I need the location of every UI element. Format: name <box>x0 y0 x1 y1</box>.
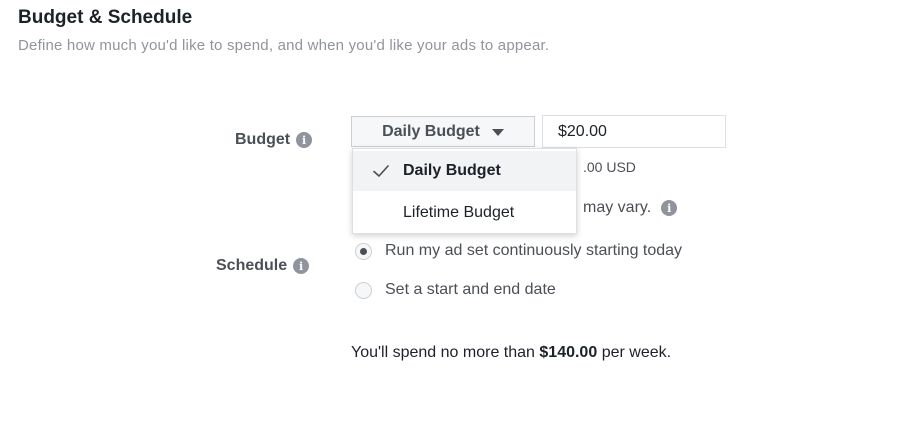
menu-item-label: Daily Budget <box>403 162 501 179</box>
schedule-label: Schedule <box>216 257 288 274</box>
budget-type-value: Daily Budget <box>382 122 480 140</box>
schedule-label-row: Schedule i <box>216 257 310 275</box>
spend-note-prefix: You'll spend no more than <box>351 344 535 361</box>
schedule-option-label: Run my ad set continuously starting toda… <box>385 242 683 259</box>
budget-amount-helper: .00 USD <box>583 159 636 175</box>
schedule-option-continuous[interactable]: Run my ad set continuously starting toda… <box>355 242 682 260</box>
budget-label-row: Budget i <box>235 131 313 149</box>
budget-type-dropdown[interactable]: Daily Budget <box>351 116 535 147</box>
budget-type-menu: Daily Budget Lifetime Budget <box>352 148 577 234</box>
schedule-option-start-end[interactable]: Set a start and end date <box>355 281 556 299</box>
spend-note-suffix: per week. <box>601 344 672 361</box>
budget-label: Budget <box>235 131 291 148</box>
section-title: Budget & Schedule <box>18 7 193 28</box>
budget-amount-input[interactable] <box>542 115 726 148</box>
budget-variance-note: may vary. i <box>583 199 678 217</box>
check-icon <box>373 165 389 177</box>
section-subtitle: Define how much you'd like to spend, and… <box>18 37 550 54</box>
caret-down-icon <box>491 129 504 136</box>
budget-info-icon[interactable]: i <box>296 132 313 148</box>
budget-variance-text: may vary. <box>583 199 652 216</box>
schedule-info-icon[interactable]: i <box>293 258 310 274</box>
variance-info-icon[interactable]: i <box>661 200 678 216</box>
menu-item-lifetime-budget[interactable]: Lifetime Budget <box>353 193 576 233</box>
schedule-option-label: Set a start and end date <box>385 281 556 298</box>
spend-note-amount: $140.00 <box>539 344 598 361</box>
radio-dot-icon <box>360 247 367 255</box>
radio-button-unchecked[interactable] <box>355 281 372 299</box>
menu-item-label: Lifetime Budget <box>403 204 515 221</box>
menu-item-daily-budget[interactable]: Daily Budget <box>353 151 576 191</box>
radio-button-checked[interactable] <box>355 242 372 260</box>
weekly-spend-note: You'll spend no more than $140.00 per we… <box>351 344 671 362</box>
